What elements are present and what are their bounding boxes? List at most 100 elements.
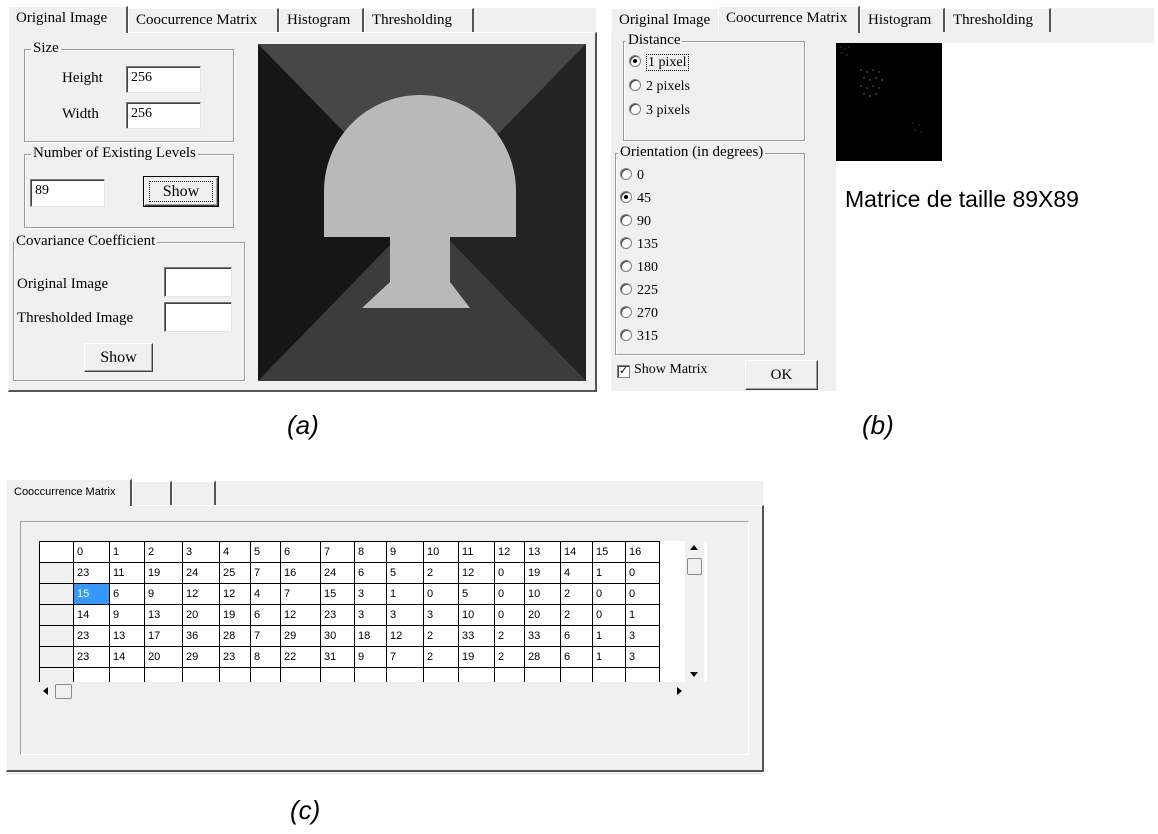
horizontal-scroll-thumb[interactable] bbox=[55, 684, 72, 699]
row-header[interactable] bbox=[39, 646, 74, 668]
table-cell[interactable]: 3 bbox=[354, 583, 387, 605]
table-cell[interactable]: 30 bbox=[320, 625, 355, 647]
row-header[interactable] bbox=[39, 604, 74, 626]
scroll-down-arrow-icon[interactable] bbox=[690, 672, 698, 677]
radio-3-pixels[interactable]: 3 pixels bbox=[629, 102, 690, 123]
table-cell[interactable]: 7 bbox=[280, 583, 321, 605]
table-cell[interactable]: 2 bbox=[423, 646, 459, 668]
table-cell[interactable]: 15 bbox=[320, 583, 355, 605]
table-cell[interactable]: 29 bbox=[280, 625, 321, 647]
radio-315[interactable]: 315 bbox=[620, 328, 658, 349]
vertical-scrollbar[interactable] bbox=[685, 541, 704, 682]
table-cell[interactable]: 4 bbox=[250, 583, 281, 605]
covariance-show-button[interactable]: Show bbox=[84, 343, 153, 372]
table-cell[interactable]: 10 bbox=[458, 604, 495, 626]
thresholded-image-field[interactable] bbox=[164, 302, 232, 332]
table-cell[interactable]: 6 bbox=[560, 646, 593, 668]
table-cell[interactable]: 17 bbox=[144, 625, 183, 647]
table-cell[interactable]: 19 bbox=[219, 604, 251, 626]
table-cell[interactable]: 19 bbox=[144, 562, 183, 584]
table-cell[interactable]: 33 bbox=[458, 625, 495, 647]
table-cell[interactable]: 0 bbox=[494, 604, 525, 626]
table-cell[interactable]: 23 bbox=[73, 646, 110, 668]
scroll-right-arrow-icon[interactable] bbox=[677, 687, 682, 695]
table-cell[interactable]: 8 bbox=[250, 646, 281, 668]
table-cell[interactable]: 36 bbox=[182, 625, 220, 647]
table-cell[interactable]: 29 bbox=[182, 646, 220, 668]
table-cell[interactable]: 2 bbox=[560, 604, 593, 626]
table-cell[interactable]: 24 bbox=[320, 562, 355, 584]
table-cell[interactable]: 6 bbox=[354, 562, 387, 584]
radio-270[interactable]: 270 bbox=[620, 305, 658, 326]
tab-b-histogram[interactable]: Histogram bbox=[860, 8, 945, 32]
levels-field[interactable]: 89 bbox=[30, 179, 105, 207]
radio-45[interactable]: 45 bbox=[620, 190, 651, 211]
table-cell[interactable]: 31 bbox=[320, 646, 355, 668]
table-cell[interactable]: 20 bbox=[182, 604, 220, 626]
table-cell[interactable]: 14 bbox=[73, 604, 110, 626]
table-cell[interactable]: 9 bbox=[144, 583, 183, 605]
radio-1-pixel[interactable]: 1 pixel bbox=[629, 54, 689, 75]
table-cell[interactable]: 20 bbox=[144, 646, 183, 668]
scroll-left-arrow-icon[interactable] bbox=[43, 687, 48, 695]
table-cell[interactable]: 1 bbox=[592, 625, 626, 647]
row-header[interactable] bbox=[39, 562, 74, 584]
tab-empty-1[interactable] bbox=[132, 481, 172, 505]
table-cell[interactable]: 0 bbox=[625, 562, 660, 584]
table-cell[interactable]: 10 bbox=[524, 583, 561, 605]
table-cell[interactable]: 23 bbox=[219, 646, 251, 668]
table-cell[interactable]: 9 bbox=[109, 604, 145, 626]
table-cell[interactable]: 1 bbox=[625, 604, 660, 626]
table-cell[interactable]: 2 bbox=[423, 562, 459, 584]
table-cell[interactable]: 0 bbox=[494, 562, 525, 584]
table-cell[interactable]: 16 bbox=[280, 562, 321, 584]
table-cell[interactable]: 13 bbox=[144, 604, 183, 626]
table-cell[interactable]: 28 bbox=[219, 625, 251, 647]
tab-b-coocurrence-matrix[interactable]: Coocurrence Matrix bbox=[718, 6, 860, 33]
ok-button[interactable]: OK bbox=[745, 360, 818, 390]
horizontal-scrollbar[interactable] bbox=[39, 682, 686, 701]
table-cell[interactable]: 0 bbox=[423, 583, 459, 605]
radio-180[interactable]: 180 bbox=[620, 259, 658, 280]
tab-original-image[interactable]: Original Image bbox=[8, 6, 128, 33]
width-field[interactable]: 256 bbox=[126, 102, 201, 129]
table-cell[interactable]: 11 bbox=[109, 562, 145, 584]
table-cell[interactable]: 0 bbox=[592, 583, 626, 605]
table-cell[interactable]: 3 bbox=[386, 604, 424, 626]
radio-2-pixels[interactable]: 2 pixels bbox=[629, 78, 690, 99]
table-cell[interactable]: 2 bbox=[494, 625, 525, 647]
original-image-field[interactable] bbox=[164, 267, 232, 297]
selected-cell[interactable]: 15 bbox=[73, 583, 110, 605]
table-cell[interactable]: 12 bbox=[219, 583, 251, 605]
table-cell[interactable]: 3 bbox=[423, 604, 459, 626]
row-header[interactable] bbox=[39, 667, 74, 682]
table-cell[interactable]: 5 bbox=[386, 562, 424, 584]
table-cell[interactable]: 19 bbox=[458, 646, 495, 668]
table-cell[interactable]: 6 bbox=[250, 604, 281, 626]
table-cell[interactable]: 2 bbox=[423, 625, 459, 647]
table-cell[interactable]: 24 bbox=[182, 562, 220, 584]
table-cell[interactable]: 5 bbox=[458, 583, 495, 605]
row-header[interactable] bbox=[39, 625, 74, 647]
table-cell[interactable]: 12 bbox=[458, 562, 495, 584]
row-header[interactable] bbox=[39, 583, 74, 605]
table-cell[interactable]: 4 bbox=[560, 562, 593, 584]
tab-b-original-image[interactable]: Original Image bbox=[611, 8, 718, 32]
table-cell[interactable]: 0 bbox=[592, 604, 626, 626]
table-cell[interactable]: 7 bbox=[250, 562, 281, 584]
table-cell[interactable]: 20 bbox=[524, 604, 561, 626]
table-cell[interactable]: 7 bbox=[386, 646, 424, 668]
table-cell[interactable]: 2 bbox=[560, 583, 593, 605]
radio-90[interactable]: 90 bbox=[620, 213, 651, 234]
table-cell[interactable]: 13 bbox=[109, 625, 145, 647]
show-matrix-checkbox[interactable]: ✓ Show Matrix bbox=[617, 362, 708, 378]
radio-225[interactable]: 225 bbox=[620, 282, 658, 303]
table-cell[interactable]: 2 bbox=[494, 646, 525, 668]
table-cell[interactable]: 23 bbox=[320, 604, 355, 626]
tab-histogram[interactable]: Histogram bbox=[279, 8, 364, 32]
table-cell[interactable]: 9 bbox=[354, 646, 387, 668]
tab-thresholding[interactable]: Thresholding bbox=[364, 8, 474, 32]
radio-135[interactable]: 135 bbox=[620, 236, 658, 257]
table-cell[interactable]: 12 bbox=[386, 625, 424, 647]
table-cell[interactable]: 3 bbox=[625, 625, 660, 647]
